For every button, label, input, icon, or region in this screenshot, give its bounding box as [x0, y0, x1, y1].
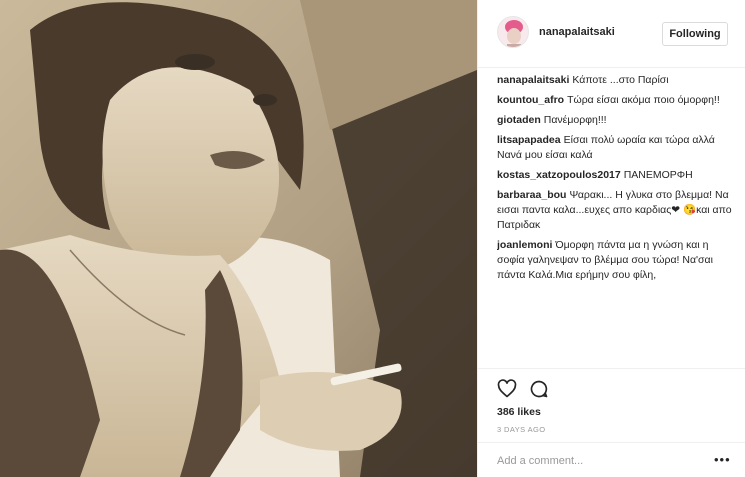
add-comment-input[interactable] [497, 453, 697, 469]
comment-username[interactable]: barbaraa_bou [497, 189, 566, 201]
comment-item: giotaden Πανέμορφη!!! [497, 113, 733, 128]
comment-username[interactable]: giotaden [497, 114, 541, 126]
comment-username[interactable]: kostas_xatzopoulos2017 [497, 169, 621, 181]
sepia-portrait-image [0, 0, 477, 477]
post-header: nanapalaitsaki Following [478, 0, 745, 68]
speech-bubble-icon[interactable] [529, 379, 549, 399]
comment-username[interactable]: joanlemoni [497, 239, 552, 251]
comment-text: Τώρα είσαι ακόμα ποιο όμορφη!! [567, 94, 720, 106]
ellipsis-icon[interactable]: ••• [714, 453, 730, 466]
add-comment-row: ••• [478, 442, 745, 477]
post-sidebar: nanapalaitsaki Following nanapalaitsaki Κ… [477, 0, 745, 477]
likes-count[interactable]: 386 likes [497, 406, 541, 418]
comment-item: nanapalaitsaki Κάποτε ...στο Παρίσι [497, 73, 733, 88]
comment-text: Κάποτε ...στο Παρίσι [572, 74, 669, 86]
comment-username[interactable]: litsapapadea [497, 134, 561, 146]
post-photo[interactable] [0, 0, 477, 477]
comment-item: barbaraa_bou Ψαρακι... Η γλυκα στο βλεμμα… [497, 188, 733, 233]
comment-item: joanlemoni Όμορφη πάντα μα η γνώση και η … [497, 238, 733, 283]
comment-username[interactable]: nanapalaitsaki [497, 74, 569, 86]
comment-username[interactable]: kountou_afro [497, 94, 564, 106]
heart-outline-icon[interactable] [497, 379, 517, 399]
comment-item: kostas_xatzopoulos2017 ΠΑΝΕΜΟΡΦΗ [497, 168, 733, 183]
following-button[interactable]: Following [662, 22, 728, 46]
avatar[interactable] [497, 16, 529, 48]
post-actions: 386 likes 3 DAYS AGO [478, 368, 745, 438]
comment-text: ΠΑΝΕΜΟΡΦΗ [623, 169, 693, 181]
comment-item: litsapapadea Είσαι πολύ ωραία και τώρα αλ… [497, 133, 733, 163]
post-date[interactable]: 3 DAYS AGO [497, 425, 545, 434]
comment-item: kountou_afro Τώρα είσαι ακόμα ποιο όμορφη… [497, 93, 733, 108]
comments-list: nanapalaitsaki Κάποτε ...στο Παρίσι kount… [497, 73, 733, 373]
comment-text: Πανέμορφη!!! [543, 114, 607, 126]
post-username[interactable]: nanapalaitsaki [539, 26, 615, 38]
avatar-image [498, 17, 528, 47]
